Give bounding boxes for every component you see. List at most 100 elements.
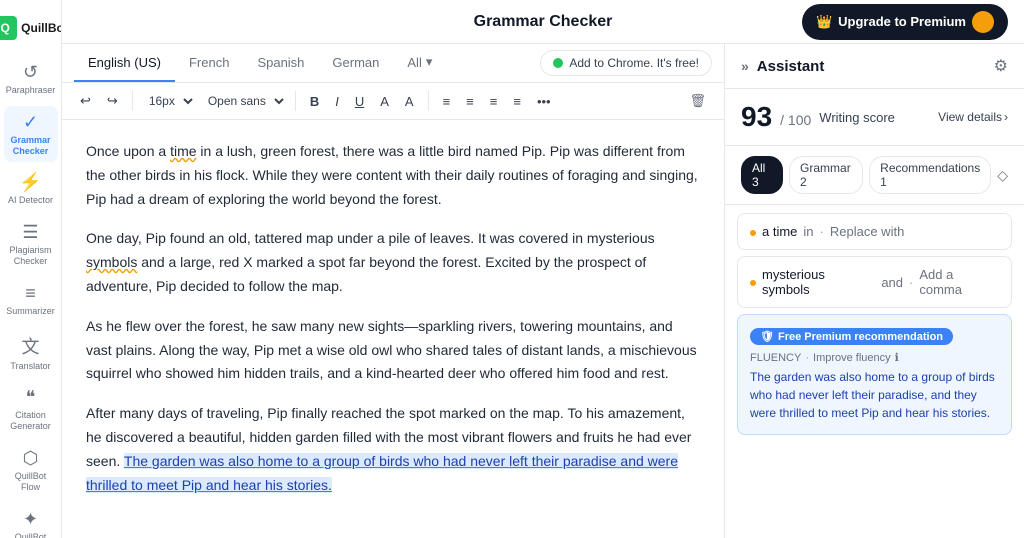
editor-container: English (US) French Spanish German All ▾…: [62, 44, 724, 538]
sidebar-item-label: Plagiarism Checker: [8, 245, 54, 267]
chrome-add-button[interactable]: Add to Chrome. It's free!: [540, 50, 712, 76]
all-label: All: [407, 55, 421, 70]
assistant-header: » Assistant ⚙: [725, 44, 1024, 89]
suggestion-action-1: Replace with: [830, 224, 904, 239]
translator-icon: 文: [22, 333, 40, 359]
fluency-dot: ·: [805, 352, 809, 364]
diamond-icon: ◇: [997, 167, 1008, 184]
paragraph-4: After many days of traveling, Pip finall…: [86, 402, 700, 497]
suggestion-item-1[interactable]: a time in · Replace with: [737, 213, 1012, 250]
sidebar-item-label: AI Detector: [8, 195, 53, 206]
error-time: time: [170, 143, 196, 159]
suggestion-action-2: Add a comma: [919, 267, 999, 297]
filter-tabs: All 3 Grammar 2 Recommendations 1 ◇: [725, 146, 1024, 205]
sidebar-item-premium[interactable]: ✦ QuillBot Premium: [4, 503, 58, 538]
premium-suggestion-text: The garden was also home to a group of b…: [750, 368, 999, 422]
align-right-button[interactable]: ≡: [484, 90, 504, 113]
premium-icon: ✦: [23, 509, 38, 530]
toolbar-separator-3: [428, 91, 429, 111]
chevrons-icon: »: [741, 58, 749, 74]
score-row: 93 / 100 Writing score View details ›: [741, 101, 1008, 133]
suggestion-text-1: a time: [762, 224, 797, 239]
sidebar-item-label: Grammar Checker: [8, 135, 54, 157]
tab-english[interactable]: English (US): [74, 45, 175, 82]
sidebar-item-label: Summarizer: [6, 306, 55, 317]
ai-detector-icon: ⚡: [19, 172, 41, 193]
view-details-label: View details: [938, 110, 1002, 124]
sidebar-item-label: Translator: [10, 361, 50, 372]
font-color-button[interactable]: A: [374, 90, 395, 113]
undo-button[interactable]: ↩: [74, 89, 97, 113]
sidebar-item-citation[interactable]: ❝ Citation Generator: [4, 381, 58, 438]
logo: Q QuillBot: [0, 8, 62, 48]
tab-french[interactable]: French: [175, 45, 243, 82]
editor-panel: English (US) French Spanish German All ▾…: [62, 44, 1024, 538]
error-symbols: symbols: [86, 254, 137, 270]
page-title: Grammar Checker: [474, 13, 613, 31]
sidebar-item-label: Paraphraser: [6, 85, 56, 96]
align-justify-button[interactable]: ≡: [507, 90, 527, 113]
redo-button[interactable]: ↪: [101, 89, 124, 113]
chevron-down-icon: ▾: [426, 54, 433, 70]
toolbar: ↩ ↪ 16px Open sans B I U A A ≡ ≡ ≡ ≡: [62, 83, 724, 120]
sidebar-item-ai-detector[interactable]: ⚡ AI Detector: [4, 166, 58, 212]
sidebar-item-summarizer[interactable]: ≡ Summarizer: [4, 277, 58, 323]
premium-recommendation-card: 🛡 Free Premium recommendation FLUENCY · …: [737, 314, 1012, 435]
text-editor[interactable]: Once upon a time in a lush, green forest…: [62, 120, 724, 538]
underline-button[interactable]: U: [349, 90, 370, 113]
sidebar-item-grammar[interactable]: ✓ Grammar Checker: [4, 106, 58, 163]
score-total: / 100: [780, 112, 811, 128]
suggestion-dot-1: [750, 228, 756, 236]
more-options-button[interactable]: •••: [531, 90, 557, 113]
sidebar-item-paraphraser[interactable]: ↺ Paraphraser: [4, 56, 58, 102]
delete-button[interactable]: 🗑: [683, 89, 712, 113]
suggestion-item-2[interactable]: mysterious symbols and · Add a comma: [737, 256, 1012, 308]
sidebar-item-translator[interactable]: 文 Translator: [4, 327, 58, 378]
filter-grammar[interactable]: Grammar 2: [789, 156, 863, 194]
highlighted-text: The garden was also home to a group of b…: [86, 453, 678, 493]
upgrade-button[interactable]: 👑 Upgrade to Premium: [802, 4, 1008, 40]
score-section: 93 / 100 Writing score View details ›: [725, 89, 1024, 146]
paragraph-3: As he flew over the forest, he saw many …: [86, 315, 700, 386]
italic-button[interactable]: I: [329, 90, 345, 113]
chrome-btn-label: Add to Chrome. It's free!: [569, 56, 699, 70]
align-center-button[interactable]: ≡: [460, 90, 480, 113]
suggestion-connector-1: in: [803, 224, 813, 239]
plagiarism-icon: ☰: [22, 222, 38, 243]
highlight-button[interactable]: A: [399, 90, 420, 113]
paraphraser-icon: ↺: [23, 62, 38, 83]
assistant-label: Assistant: [757, 58, 825, 75]
suggestion-content-2: mysterious symbols and · Add a comma: [750, 267, 999, 297]
bold-button[interactable]: B: [304, 90, 325, 113]
sidebar-item-flow[interactable]: ⬡ QuillBot Flow: [4, 442, 58, 499]
view-details-button[interactable]: View details ›: [938, 110, 1008, 124]
paragraph-2: One day, Pip found an old, tattered map …: [86, 227, 700, 298]
tab-german[interactable]: German: [318, 45, 393, 82]
sidebar: Q QuillBot ↺ Paraphraser ✓ Grammar Check…: [0, 0, 62, 538]
language-tabs: English (US) French Spanish German All ▾…: [62, 44, 724, 83]
toolbar-separator: [132, 91, 133, 111]
filter-all[interactable]: All 3: [741, 156, 783, 194]
flow-icon: ⬡: [23, 448, 39, 469]
user-avatar: [972, 11, 994, 33]
filter-recommendations[interactable]: Recommendations 1: [869, 156, 991, 194]
main-content: Grammar Checker 👑 Upgrade to Premium Eng…: [62, 0, 1024, 538]
score-value: 93: [741, 101, 772, 133]
tab-spanish[interactable]: Spanish: [243, 45, 318, 82]
summarizer-icon: ≡: [25, 283, 36, 304]
sidebar-item-plagiarism[interactable]: ☰ Plagiarism Checker: [4, 216, 58, 273]
align-left-button[interactable]: ≡: [437, 90, 457, 113]
fluency-label: FLUENCY · Improve fluency ℹ: [750, 351, 999, 364]
info-icon: ℹ: [895, 351, 899, 364]
sidebar-item-label: QuillBot Premium: [8, 532, 54, 538]
error-dot-2: [750, 280, 756, 286]
sidebar-item-label: Citation Generator: [8, 410, 54, 432]
separator-dot-2: ·: [909, 275, 913, 290]
font-family-select[interactable]: Open sans: [200, 91, 287, 111]
settings-icon[interactable]: ⚙: [994, 56, 1008, 76]
premium-badge: 🛡 Free Premium recommendation: [750, 328, 953, 345]
assistant-title-area: » Assistant: [741, 58, 824, 75]
shield-icon: 🛡: [760, 330, 774, 343]
font-size-select[interactable]: 16px: [141, 91, 196, 111]
tab-all[interactable]: All ▾: [393, 44, 446, 82]
